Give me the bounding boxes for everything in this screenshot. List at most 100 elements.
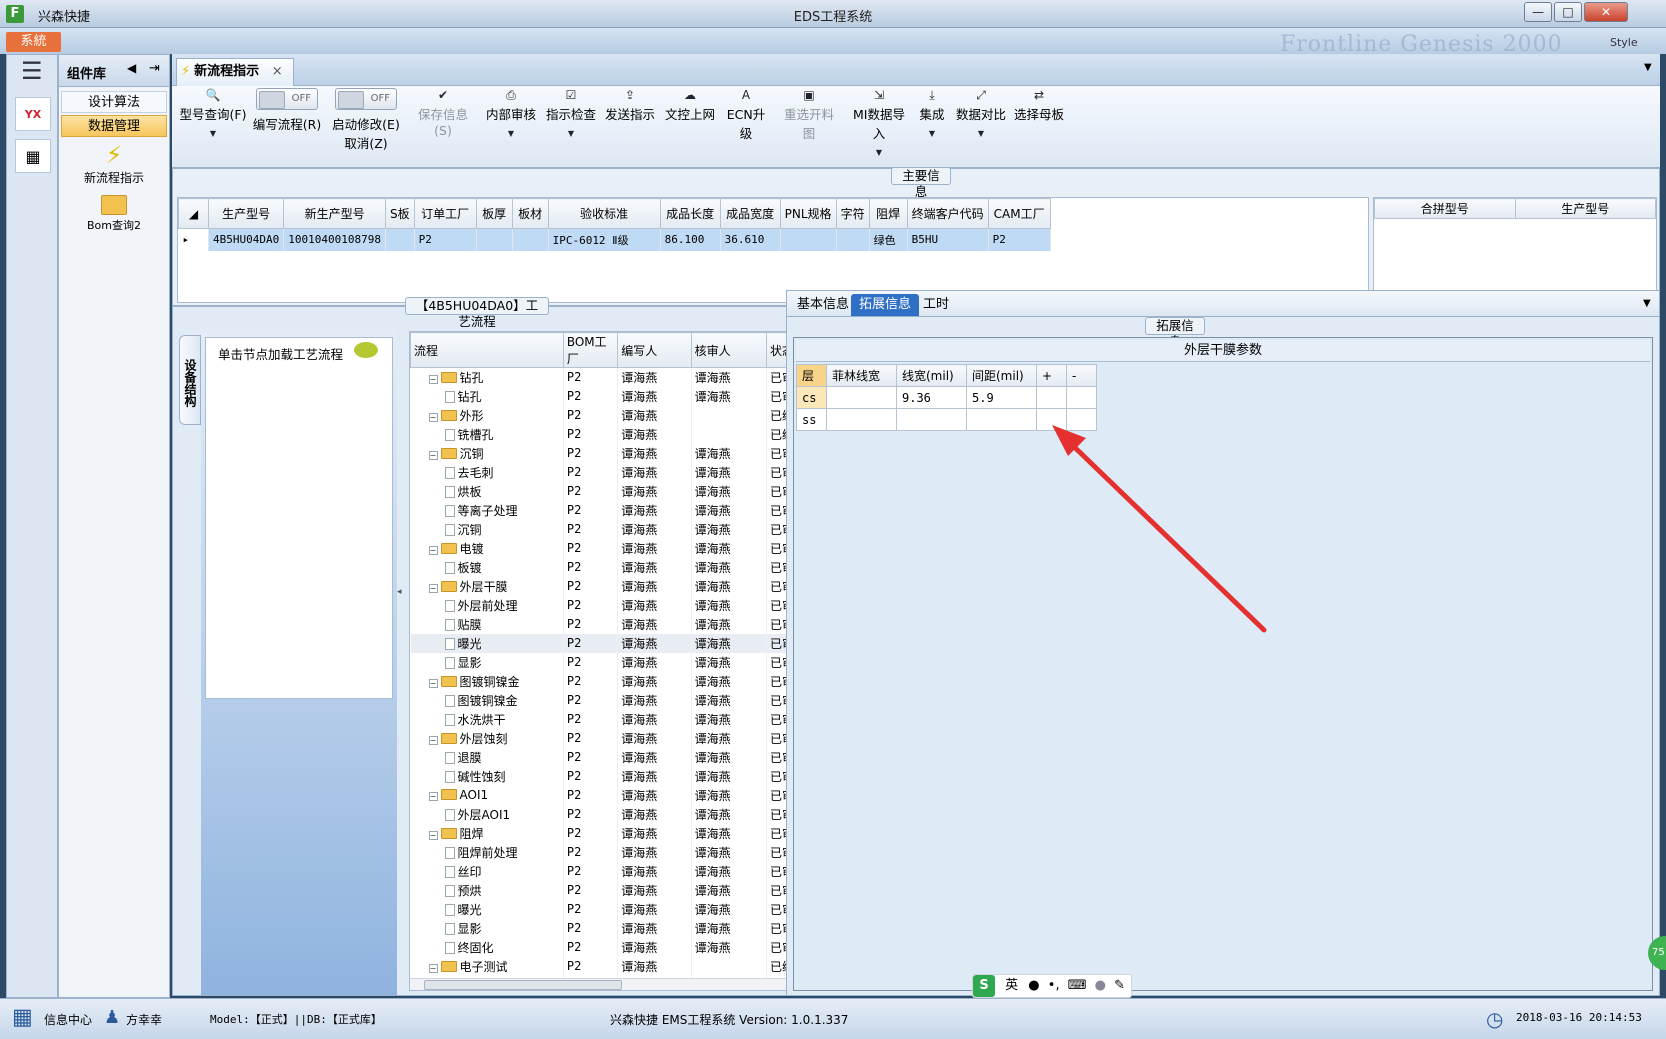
windows-grid-icon[interactable]: ▦ — [12, 1007, 33, 1029]
collapse-toggle-icon[interactable]: − — [428, 830, 438, 840]
cell-order-factory[interactable]: P2 — [414, 228, 477, 251]
cell-reviewer[interactable]: 谭海燕 — [691, 671, 767, 691]
tree-node[interactable]: − 外层蚀刻 — [410, 728, 564, 748]
cell-writer[interactable]: 谭海燕 — [617, 766, 692, 786]
table-row[interactable]: 预烘P2谭海燕谭海燕已审核 — [410, 880, 813, 900]
cell-bom-factory[interactable]: P2 — [563, 671, 619, 691]
table-row[interactable]: 钻孔P2谭海燕谭海燕已审核 — [410, 386, 813, 406]
cell-reviewer[interactable] — [691, 405, 767, 425]
cell-reviewer[interactable]: 谭海燕 — [691, 690, 767, 710]
cell-writer[interactable]: 谭海燕 — [617, 709, 692, 729]
component-item-data-mgmt[interactable]: 数据管理 — [61, 115, 167, 137]
cell-writer[interactable]: 谭海燕 — [617, 614, 692, 634]
auto-modify-toggle[interactable]: OFF — [335, 88, 397, 110]
tree-node[interactable]: 碱性蚀刻 — [410, 766, 564, 786]
cell-plus[interactable] — [1036, 386, 1067, 409]
cell-reviewer[interactable]: 谭海燕 — [691, 386, 767, 406]
tab-work-hours[interactable]: 工时 — [915, 294, 957, 316]
tree-node[interactable]: 显影 — [410, 918, 564, 938]
cell-reviewer[interactable] — [691, 424, 767, 444]
tree-node[interactable]: − 阻焊 — [410, 823, 564, 843]
cell-s-board[interactable] — [385, 228, 415, 251]
data-compare-button[interactable]: ⤢ 数据对比 ▼ — [956, 88, 1006, 138]
column-header[interactable]: CAM工厂 — [987, 198, 1051, 229]
cell-reviewer[interactable]: 谭海燕 — [691, 709, 767, 729]
column-header[interactable]: 验收标准 — [547, 198, 661, 229]
table-row[interactable]: 显影P2谭海燕谭海燕已审核 — [410, 918, 813, 938]
cell-bom-factory[interactable]: P2 — [563, 576, 619, 596]
edit-flow-toggle[interactable]: OFF — [256, 88, 318, 110]
cell-film-width[interactable] — [826, 408, 897, 431]
cell-writer[interactable]: 谭海燕 — [617, 728, 692, 748]
table-row[interactable]: −外形P2谭海燕已编写 — [410, 405, 813, 425]
cell-reviewer[interactable]: 谭海燕 — [691, 937, 767, 957]
cell-char[interactable] — [836, 228, 870, 251]
cell-bom-factory[interactable]: P2 — [563, 443, 619, 463]
table-row[interactable]: 曝光P2谭海燕谭海燕已审核 — [410, 899, 813, 919]
shortcut-new-flow[interactable]: ⚡ 新流程指示 — [59, 141, 169, 186]
cell-reviewer[interactable]: 谭海燕 — [691, 443, 767, 463]
column-header[interactable]: PNL规格 — [779, 198, 837, 229]
send-instruction-button[interactable]: ⇪ 发送指示 — [604, 88, 656, 123]
tree-node[interactable]: 烘板 — [410, 481, 564, 501]
maximize-button[interactable]: □ — [1554, 2, 1582, 22]
collapse-toggle-icon[interactable]: − — [428, 792, 438, 801]
cell-writer[interactable]: 谭海燕 — [617, 557, 692, 577]
tree-node[interactable]: 外层前处理 — [410, 595, 564, 615]
table-row[interactable]: ss — [796, 408, 1097, 431]
cell-reviewer[interactable]: 谭海燕 — [691, 576, 767, 596]
cell-reviewer[interactable] — [691, 956, 767, 976]
pin-icon[interactable]: ⇥ — [149, 61, 160, 76]
remove-column-button[interactable]: - — [1066, 364, 1097, 387]
table-row[interactable]: 烘板P2谭海燕谭海燕已审核 — [410, 481, 813, 501]
cell-writer[interactable]: 谭海燕 — [617, 500, 692, 520]
cell-bom-factory[interactable]: P2 — [563, 500, 619, 520]
cell-reviewer[interactable]: 谭海燕 — [691, 633, 767, 653]
cell-bom-factory[interactable]: P2 — [563, 557, 619, 577]
table-row[interactable]: 去毛刺P2谭海燕谭海燕已审核 — [410, 462, 813, 482]
cell-writer[interactable]: 谭海燕 — [617, 861, 692, 881]
cell-writer[interactable]: 谭海燕 — [617, 386, 692, 406]
table-row[interactable]: −图镀铜镍金P2谭海燕谭海燕已审核 — [410, 671, 813, 691]
cell-writer[interactable]: 谭海燕 — [617, 443, 692, 463]
cell-line-width[interactable] — [896, 408, 967, 431]
ime-logo-icon[interactable]: S — [973, 975, 995, 997]
column-header[interactable]: S板 — [384, 198, 415, 229]
column-header[interactable]: 合拼型号 — [1374, 198, 1516, 219]
tab-dropdown-icon[interactable]: ▼ — [1644, 62, 1652, 73]
cell-new-model[interactable]: 10010400108798 — [283, 228, 386, 251]
tree-node[interactable]: 图镀铜镍金 — [410, 690, 564, 710]
cell-bom-factory[interactable]: P2 — [563, 937, 619, 957]
cell-reviewer[interactable]: 谭海燕 — [691, 481, 767, 501]
cell-reviewer[interactable]: 谭海燕 — [691, 766, 767, 786]
cell-solder-mask[interactable]: 绿色 — [869, 228, 908, 251]
cell-reviewer[interactable]: 谭海燕 — [691, 823, 767, 843]
tree-node[interactable]: − 电镀 — [410, 538, 564, 558]
cell-reviewer[interactable]: 谭海燕 — [691, 728, 767, 748]
tree-node[interactable]: 外层AOI1 — [410, 804, 564, 824]
column-header[interactable]: 流程 — [410, 332, 564, 368]
table-row[interactable]: 外层AOI1P2谭海燕谭海燕已审核 — [410, 804, 813, 824]
cell-bom-factory[interactable]: P2 — [563, 405, 619, 425]
table-row[interactable]: 沉铜P2谭海燕谭海燕已审核 — [410, 519, 813, 539]
table-row[interactable]: −外层干膜P2谭海燕谭海燕已审核 — [410, 576, 813, 596]
cell-layer[interactable]: cs — [796, 386, 827, 409]
tree-node[interactable]: − AOI1 — [410, 785, 564, 805]
column-header[interactable]: BOM工厂 — [562, 332, 619, 368]
table-row[interactable]: ▸ 4B5HU04DA0 10010400108798 P2 IPC-6012 … — [178, 228, 1051, 251]
column-header[interactable]: 生产型号 — [207, 198, 285, 229]
tree-node[interactable]: − 沉铜 — [410, 443, 564, 463]
table-row[interactable]: −阻焊P2谭海燕谭海燕已审核 — [410, 823, 813, 843]
ime-keyboard-icon[interactable]: ⌨ — [1068, 978, 1087, 993]
splitter-handle[interactable]: ◂ — [397, 587, 407, 647]
table-row[interactable]: −沉铜P2谭海燕谭海燕已审核 — [410, 443, 813, 463]
tree-node[interactable]: 去毛刺 — [410, 462, 564, 482]
cell-bom-factory[interactable]: P2 — [563, 880, 619, 900]
tree-node[interactable]: − 外层干膜 — [410, 576, 564, 596]
cell-reviewer[interactable]: 谭海燕 — [691, 500, 767, 520]
tab-close-icon[interactable]: × — [272, 64, 283, 79]
select-master-button[interactable]: ⇄ 选择母板 — [1014, 88, 1064, 123]
model-query-button[interactable]: 🔍 型号查询(F) ▼ — [178, 88, 248, 138]
cell-reviewer[interactable]: 谭海燕 — [691, 861, 767, 881]
column-header[interactable]: 间距(mil) — [966, 364, 1037, 387]
